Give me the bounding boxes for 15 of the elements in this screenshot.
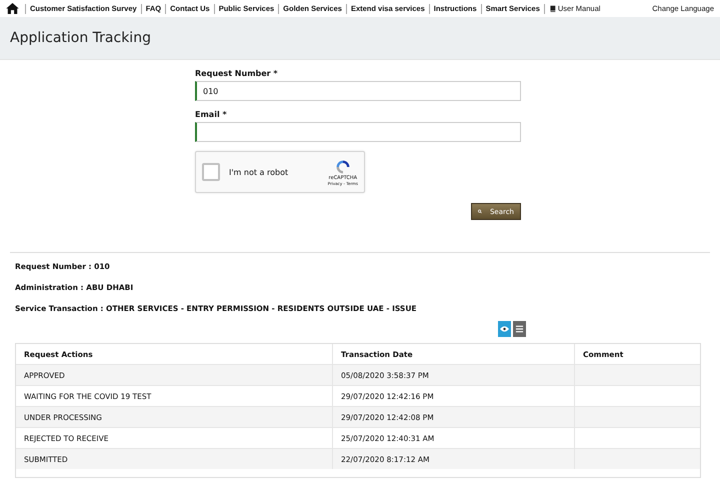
eye-icon	[500, 325, 509, 333]
email-field[interactable]	[195, 122, 521, 142]
field-label: Request Number *	[195, 69, 279, 78]
page-title: Application Tracking	[10, 30, 151, 46]
home-icon[interactable]	[6, 3, 19, 14]
recaptcha-logo-icon	[334, 158, 351, 174]
field-label: Email *	[195, 110, 228, 119]
eye-view-button[interactable]	[498, 321, 511, 337]
book-icon	[548, 5, 556, 12]
list-icon	[515, 325, 524, 333]
captcha-label: I'm not a robot	[229, 168, 290, 176]
captcha-checkbox[interactable]	[202, 163, 220, 181]
search-icon	[478, 208, 482, 215]
request-number-field[interactable]: 010	[195, 81, 521, 101]
list-view-button[interactable]	[513, 321, 526, 337]
